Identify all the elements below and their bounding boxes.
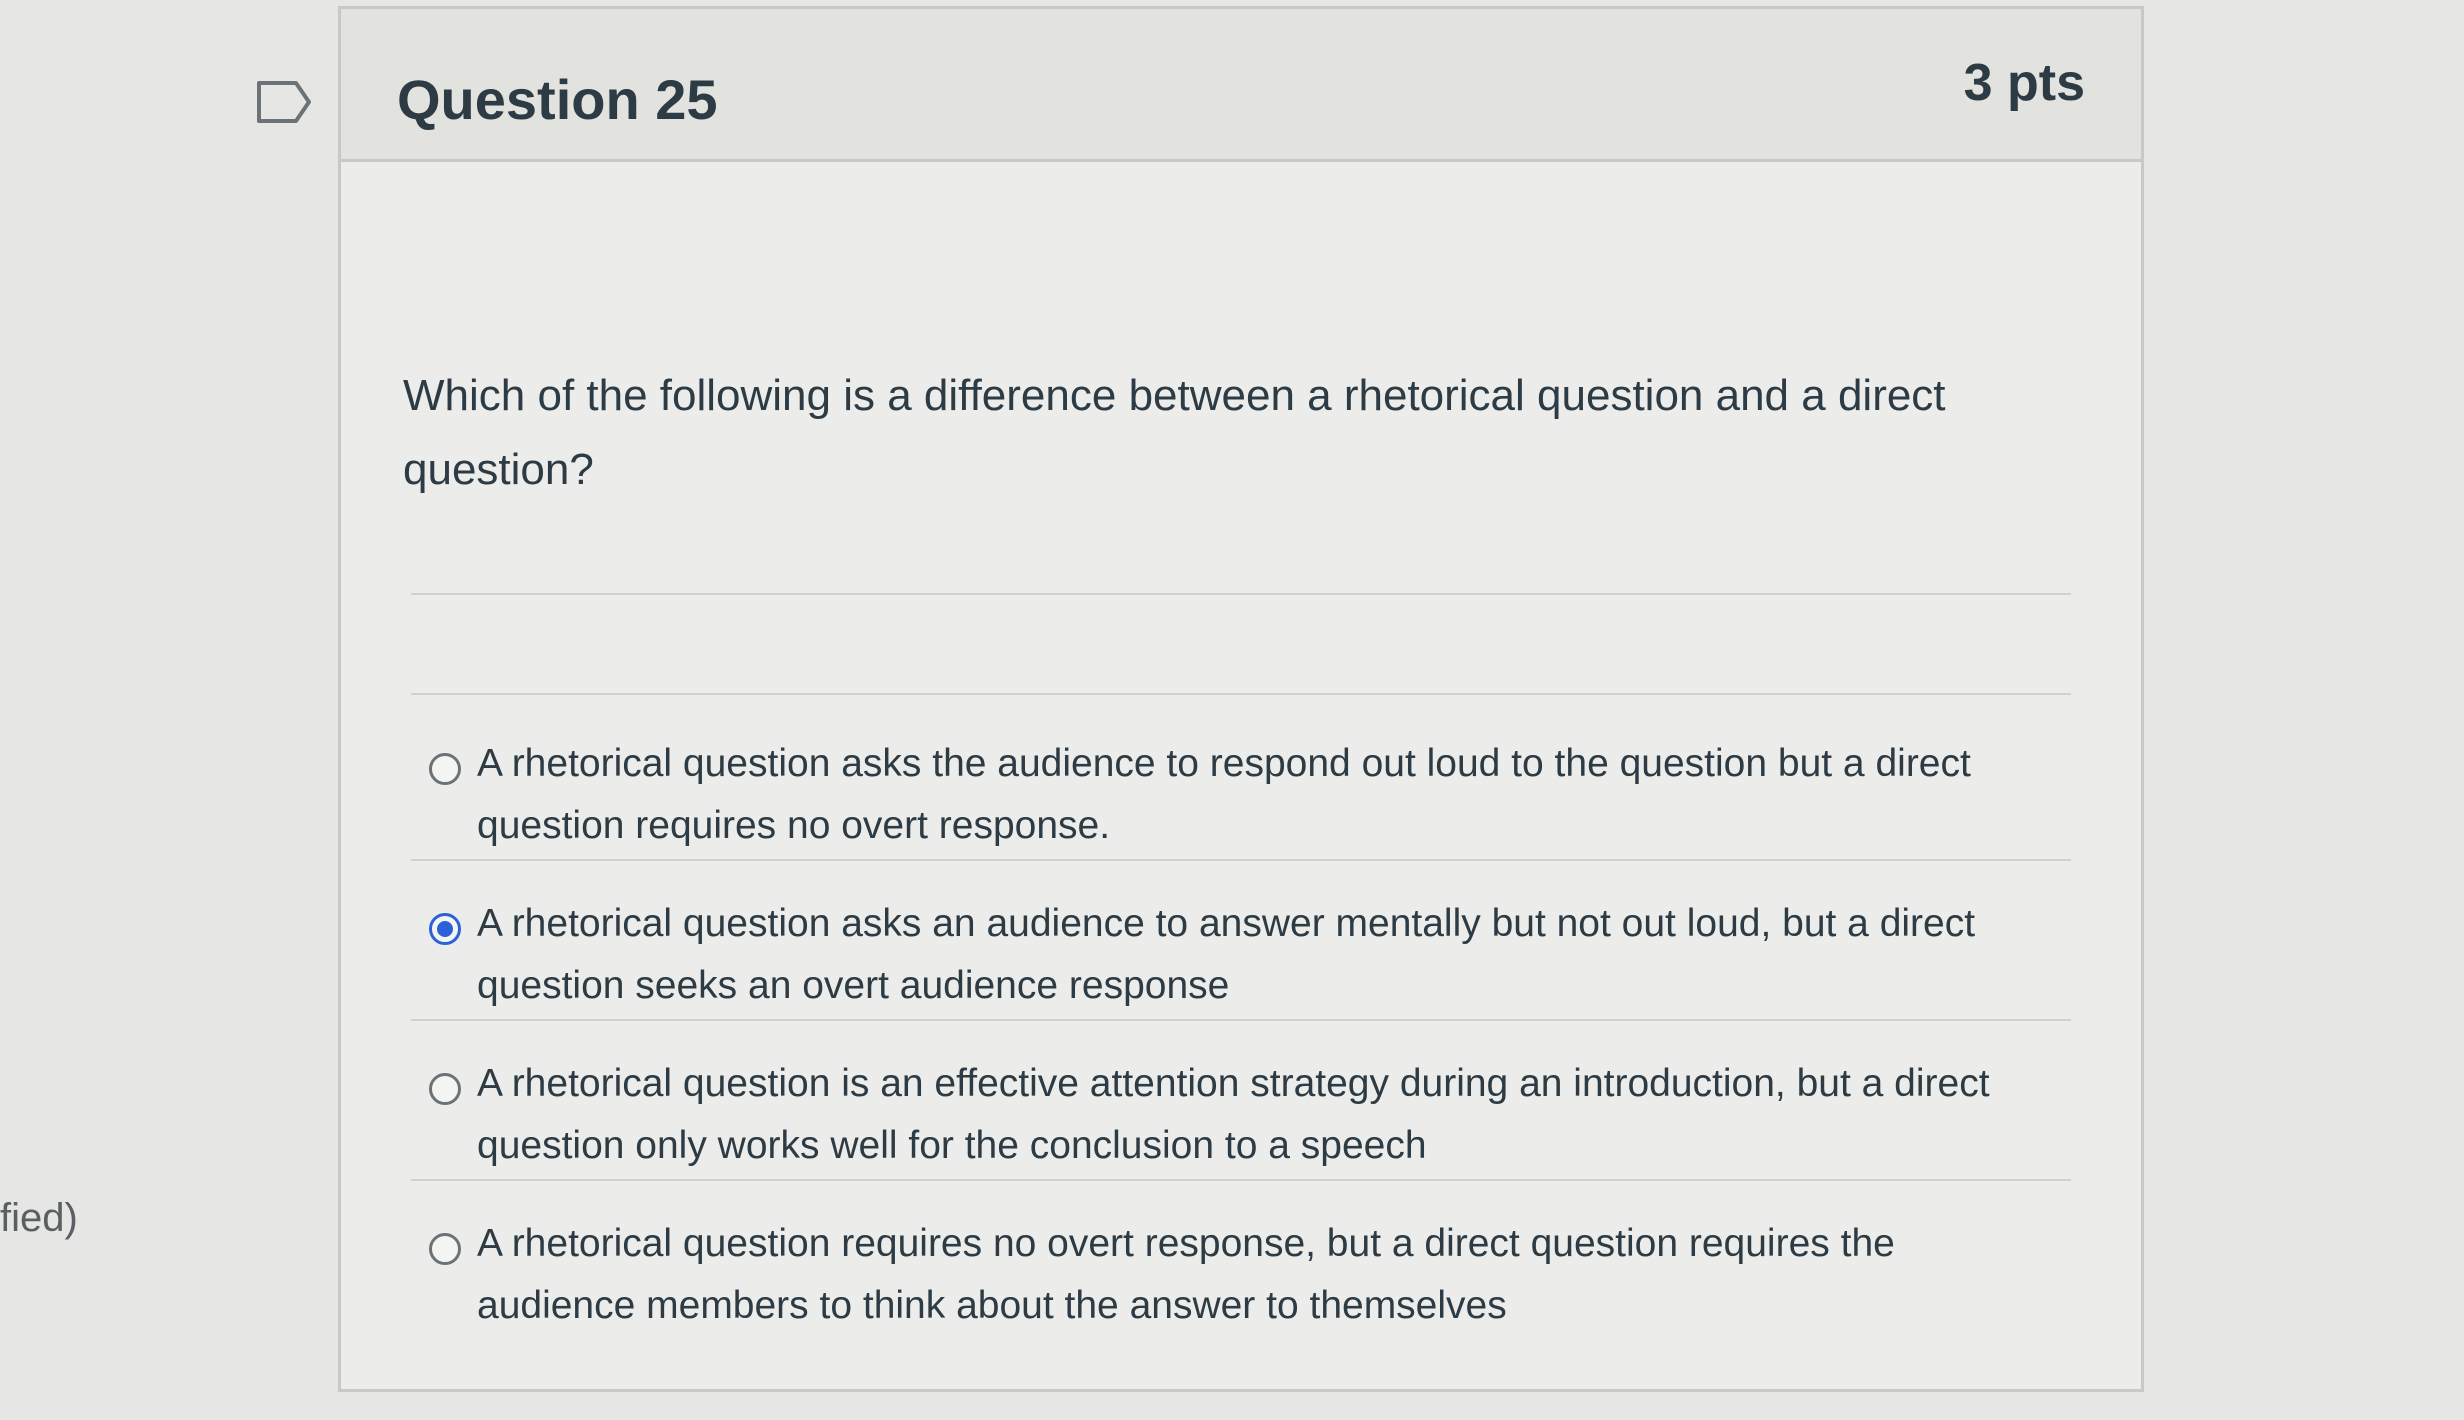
answer-option-4[interactable]: A rhetorical question requires no overt … [411,1181,2071,1341]
flag-icon[interactable] [256,80,312,124]
answer-radio-3[interactable] [429,1073,461,1105]
answer-label-4[interactable]: A rhetorical question requires no overt … [477,1213,2057,1337]
answers-top-divider [411,693,2071,695]
question-header: Question 25 3 pts [341,9,2141,162]
answer-option-2[interactable]: A rhetorical question asks an audience t… [411,861,2071,1021]
answer-radio-2-selected[interactable] [429,913,461,945]
question-card: Question 25 3 pts Which of the following… [338,6,2144,1392]
side-cutoff-text: fied) [0,1196,78,1240]
answer-label-3[interactable]: A rhetorical question is an effective at… [477,1053,2057,1177]
answer-label-2[interactable]: A rhetorical question asks an audience t… [477,893,2057,1017]
answer-option-1[interactable]: A rhetorical question asks the audience … [411,701,2071,861]
answer-list: A rhetorical question asks the audience … [411,701,2071,1341]
answer-radio-4[interactable] [429,1233,461,1265]
question-text: Which of the following is a difference b… [403,371,1946,494]
question-title: Question 25 [397,68,718,131]
answer-label-1[interactable]: A rhetorical question asks the audience … [477,733,2057,857]
answer-radio-1[interactable] [429,753,461,785]
answer-option-3[interactable]: A rhetorical question is an effective at… [411,1021,2071,1181]
question-points: 3 pts [1963,54,2085,112]
question-divider [411,593,2071,595]
